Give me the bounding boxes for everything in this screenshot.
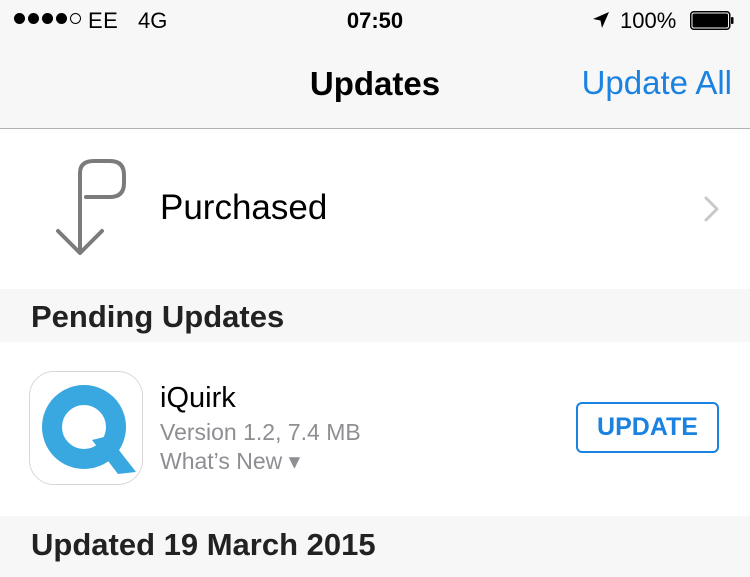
purchased-row[interactable]: Purchased	[0, 129, 750, 289]
update-all-button[interactable]: Update All	[582, 64, 732, 102]
app-update-row: iQuirk Version 1.2, 7.4 MB What’s New ▾ …	[0, 342, 750, 516]
app-name: iQuirk	[160, 382, 236, 414]
battery-percentage: 100%	[620, 8, 677, 33]
location-arrow-icon	[593, 12, 609, 28]
app-version-size: Version 1.2, 7.4 MB	[160, 419, 361, 445]
status-bar: EE 4G 07:50 100%	[0, 0, 750, 40]
navigation-bar: Updates Update All	[0, 40, 750, 129]
purchased-label: Purchased	[160, 188, 328, 227]
q-logo-icon	[30, 372, 142, 484]
pending-updates-header: Pending Updates	[0, 289, 750, 342]
whats-new-link[interactable]: What’s New ▾	[160, 448, 300, 475]
iquirk-app-icon[interactable]	[29, 371, 143, 485]
update-button[interactable]: UPDATE	[576, 402, 719, 453]
purchased-arrow-icon	[56, 159, 126, 255]
section-title: Pending Updates	[31, 299, 285, 334]
chevron-right-icon	[704, 196, 719, 222]
section-title: Updated 19 March 2015	[31, 527, 376, 562]
battery-icon	[690, 11, 734, 30]
updated-date-header: Updated 19 March 2015	[0, 516, 750, 577]
